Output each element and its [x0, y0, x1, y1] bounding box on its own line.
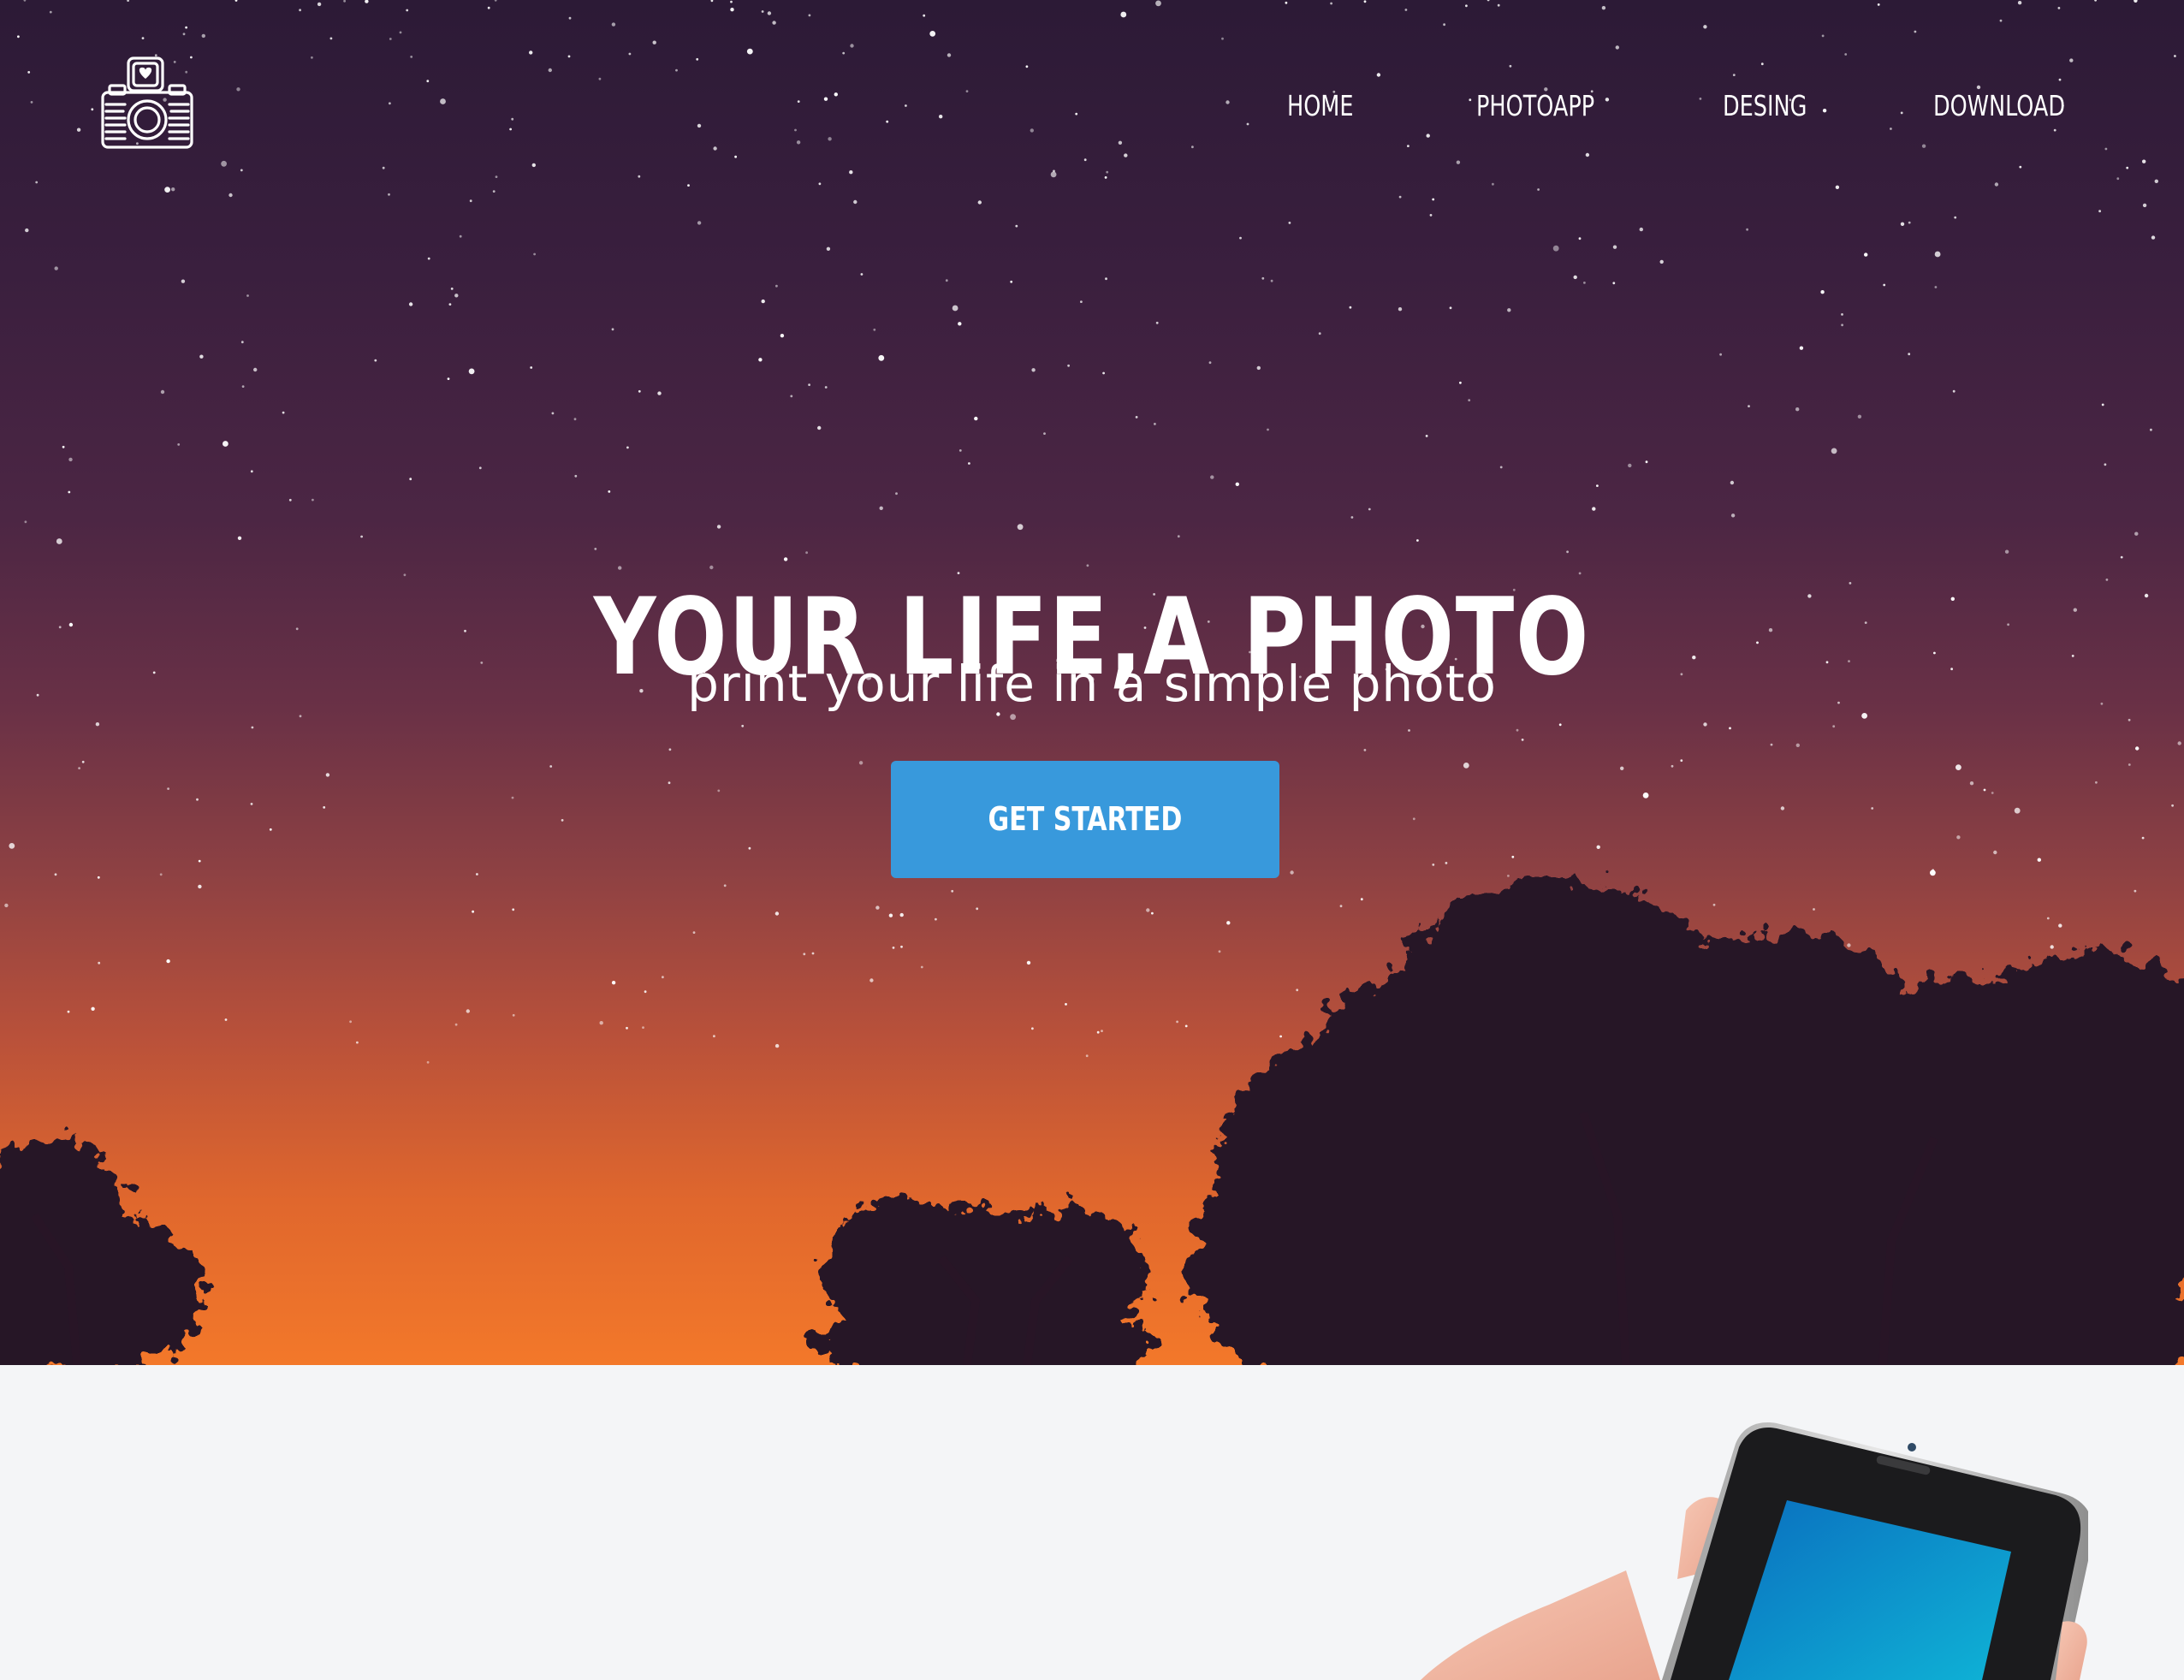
nav-item-photoapp[interactable]: PHOTOAPP — [1476, 89, 1594, 122]
hand-holding-phone-image — [1421, 1422, 2088, 1680]
nav-item-home[interactable]: HOME — [1287, 89, 1353, 122]
landing-page: HOME PHOTOAPP DESING DOWNLOAD YOUR LIFE,… — [0, 0, 2184, 1680]
main-nav: HOME PHOTOAPP DESING DOWNLOAD — [0, 89, 2184, 132]
nav-item-desing[interactable]: DESING — [1723, 89, 1807, 122]
hero-section: HOME PHOTOAPP DESING DOWNLOAD YOUR LIFE,… — [0, 0, 2184, 1365]
nav-item-download[interactable]: DOWNLOAD — [1933, 89, 2065, 122]
get-started-label: GET STARTED — [988, 800, 1183, 838]
hero-subtitle: print your life in a simple photo — [687, 655, 1497, 713]
phone-section — [0, 1365, 2184, 1680]
get-started-button[interactable]: GET STARTED — [891, 761, 1279, 878]
